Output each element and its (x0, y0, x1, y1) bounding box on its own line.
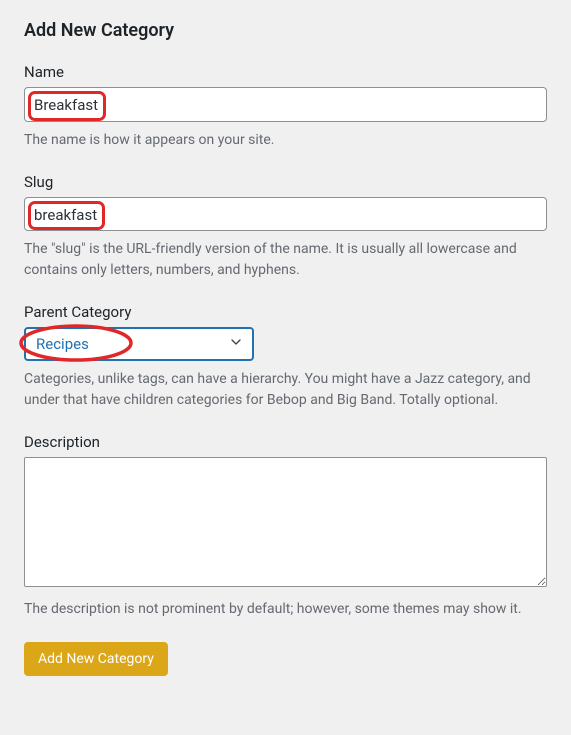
description-textarea[interactable] (24, 457, 547, 587)
parent-category-select-wrap: Recipes (24, 327, 254, 361)
parent-category-selected-value: Recipes (36, 335, 89, 353)
name-input-wrap: Breakfast (24, 87, 547, 122)
slug-input[interactable] (24, 197, 547, 232)
page-title: Add New Category (24, 20, 547, 41)
parent-category-select[interactable]: Recipes (24, 327, 254, 361)
description-help-text: The description is not prominent by defa… (24, 599, 547, 620)
parent-category-label: Parent Category (24, 303, 547, 321)
add-new-category-button[interactable]: Add New Category (24, 642, 168, 676)
name-help-text: The name is how it appears on your site. (24, 130, 547, 151)
slug-help-text: The "slug" is the URL-friendly version o… (24, 239, 547, 281)
slug-field-group: Slug breakfast The "slug" is the URL-fri… (24, 173, 547, 282)
chevron-down-icon (228, 334, 244, 354)
slug-label: Slug (24, 173, 547, 191)
name-field-group: Name Breakfast The name is how it appear… (24, 63, 547, 151)
description-field-group: Description The description is not promi… (24, 433, 547, 620)
name-input[interactable] (24, 87, 547, 122)
parent-category-help-text: Categories, unlike tags, can have a hier… (24, 369, 547, 411)
parent-category-field-group: Parent Category Recipes Categories, unli… (24, 303, 547, 411)
description-label: Description (24, 433, 547, 451)
name-label: Name (24, 63, 547, 81)
slug-input-wrap: breakfast (24, 197, 547, 232)
